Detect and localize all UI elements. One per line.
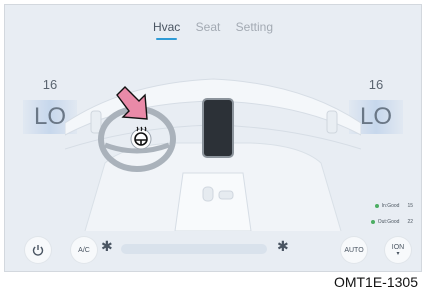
car-cockpit-illustration bbox=[65, 78, 361, 231]
air-quality-in-label: In:Good bbox=[381, 203, 400, 209]
air-quality-in: In:Good 15 bbox=[374, 203, 413, 209]
power-icon bbox=[32, 245, 44, 256]
air-quality-out: Out:Good 22 bbox=[370, 219, 413, 225]
status-dot-icon bbox=[370, 220, 375, 224]
auto-button[interactable]: AUTO bbox=[341, 237, 367, 263]
tab-setting[interactable]: Setting bbox=[236, 20, 273, 34]
ac-button[interactable]: A/C bbox=[71, 237, 97, 263]
power-button[interactable] bbox=[25, 237, 51, 263]
climate-control-bar: A/C ✱ ✱ AUTO ION ▾ bbox=[15, 235, 411, 265]
status-dot-icon bbox=[374, 204, 379, 208]
ion-label: ION bbox=[391, 243, 405, 251]
tab-bar: Hvac Seat Setting bbox=[5, 20, 421, 40]
air-quality-in-value: 15 bbox=[407, 203, 413, 209]
figure-caption: OMT1E-1305 bbox=[333, 274, 418, 290]
fan-low-icon[interactable]: ✱ bbox=[101, 238, 113, 255]
air-quality-out-value: 22 bbox=[407, 219, 413, 225]
fan-high-icon[interactable]: ✱ bbox=[277, 238, 289, 255]
ion-icon: ▾ bbox=[396, 250, 400, 257]
fan-speed-slider[interactable] bbox=[121, 244, 267, 254]
tab-hvac[interactable]: Hvac bbox=[153, 20, 180, 40]
hvac-screen: Hvac Seat Setting 16 LO 16 LO In:Good 15… bbox=[4, 4, 422, 272]
air-quality-out-label: Out:Good bbox=[377, 219, 400, 225]
ion-button[interactable]: ION ▾ bbox=[385, 237, 411, 263]
tab-seat[interactable]: Seat bbox=[196, 20, 221, 34]
